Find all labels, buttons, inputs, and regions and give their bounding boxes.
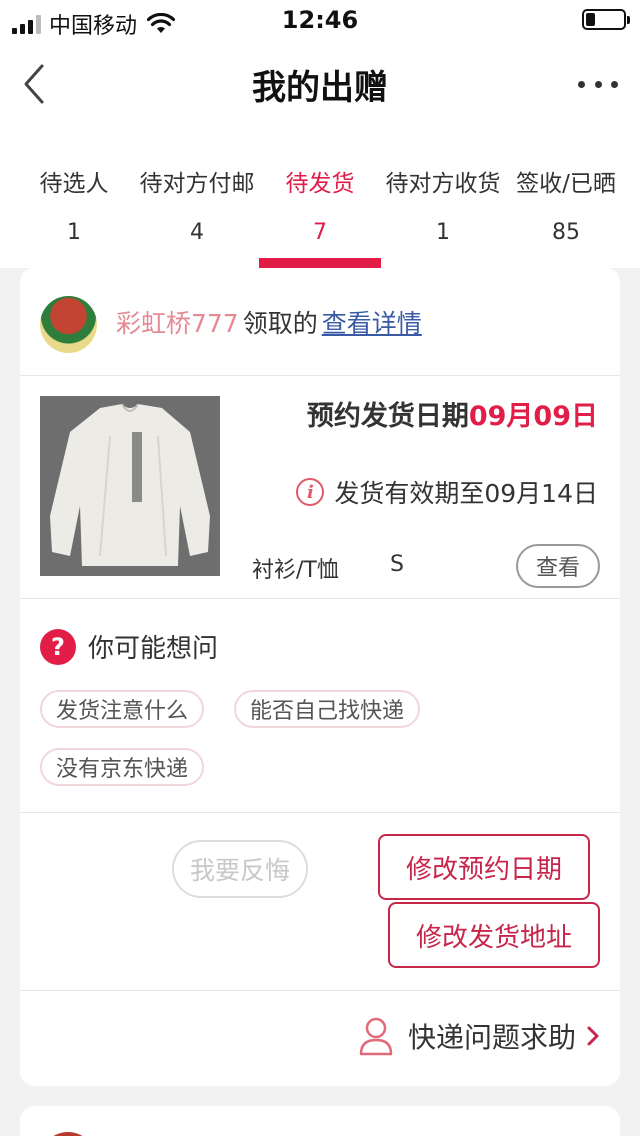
tab-count: 85 — [552, 220, 580, 245]
courier-help-button[interactable]: 快递问题求助 — [358, 1016, 600, 1056]
tab-count: 1 — [436, 220, 450, 245]
view-button[interactable]: 查看 — [516, 544, 600, 588]
back-button[interactable] — [20, 62, 56, 106]
change-date-button[interactable]: 修改预约日期 — [378, 834, 590, 900]
schedule-label: 预约发货日期 — [306, 401, 469, 432]
tab-awaiting-postage[interactable]: 待对方付邮 4 — [132, 128, 262, 268]
battery-icon — [582, 9, 630, 30]
status-tabs: 待选人 1 待对方付邮 4 待发货 7 待对方收货 1 签收/已晒 85 — [0, 128, 640, 268]
order-card: 彩虹桥777 领取的 查看详情 预约发货日期09月09日 i 发货有效期至09月14… — [20, 268, 620, 1086]
recipient-username[interactable]: 彩虹桥777 — [116, 309, 239, 338]
divider — [20, 990, 620, 991]
tab-awaiting-receipt[interactable]: 待对方收货 1 — [378, 128, 508, 268]
shirt-image — [40, 396, 220, 576]
faq-chip-no-jd-express[interactable]: 没有京东快递 — [40, 748, 205, 786]
person-icon — [359, 1017, 393, 1056]
next-order-card — [20, 1106, 620, 1136]
validity-text: 发货有效期至09月14日 — [334, 479, 598, 508]
recipient-row: 彩虹桥777 领取的 查看详情 — [116, 304, 422, 340]
faq-header: ? 你可能想问 — [40, 628, 218, 665]
change-address-button[interactable]: 修改发货地址 — [388, 902, 600, 968]
faq-chip-shipping-notes[interactable]: 发货注意什么 — [40, 690, 205, 728]
help-text: 快递问题求助 — [407, 1021, 576, 1054]
faq-title: 你可能想问 — [88, 634, 219, 664]
avatar[interactable] — [40, 296, 97, 353]
avatar[interactable] — [40, 1132, 96, 1136]
tab-count: 4 — [190, 220, 204, 245]
product-image[interactable] — [40, 396, 220, 576]
more-icon-dot — [611, 80, 618, 88]
view-details-link[interactable]: 查看详情 — [322, 309, 422, 338]
divider — [20, 812, 620, 813]
tab-to-ship[interactable]: 待发货 7 — [262, 128, 378, 268]
tab-received-shared[interactable]: 签收/已晒 85 — [508, 128, 624, 268]
divider — [20, 598, 620, 599]
more-button[interactable] — [578, 70, 618, 98]
product-size: S — [390, 552, 404, 577]
question-icon: ? — [40, 628, 76, 665]
more-icon — [578, 80, 585, 88]
tab-label: 签收/已晒 — [516, 171, 616, 197]
chevron-left-icon — [24, 64, 44, 104]
ship-validity: i 发货有效期至09月14日 — [296, 474, 598, 510]
faq-chip-own-courier[interactable]: 能否自己找快递 — [234, 690, 421, 728]
regret-button[interactable]: 我要反悔 — [172, 840, 308, 898]
tab-pending-selection[interactable]: 待选人 1 — [20, 128, 128, 268]
scheduled-ship-date: 预约发货日期09月09日 — [307, 394, 598, 433]
clock: 12:46 — [281, 6, 359, 34]
divider — [20, 375, 620, 376]
tab-count: 7 — [313, 220, 327, 245]
product-category: 衬衫/T恤 — [252, 558, 339, 583]
tab-label: 待对方收货 — [385, 171, 501, 197]
tab-label: 待对方付邮 — [139, 171, 255, 197]
chevron-right-icon — [587, 1026, 599, 1046]
active-tab-indicator — [259, 258, 381, 268]
tab-label: 待选人 — [39, 171, 109, 197]
page-title: 我的出赠 — [252, 68, 388, 108]
info-icon: i — [296, 478, 325, 506]
tab-count: 1 — [67, 220, 81, 245]
more-icon-dot — [594, 80, 602, 88]
schedule-date: 09月09日 — [468, 401, 598, 432]
status-bar: 中国移动 12:46 — [0, 0, 640, 40]
nav-bar: 我的出赠 — [0, 40, 640, 128]
collected-label: 领取的 — [242, 309, 318, 338]
tab-label: 待发货 — [285, 171, 355, 197]
